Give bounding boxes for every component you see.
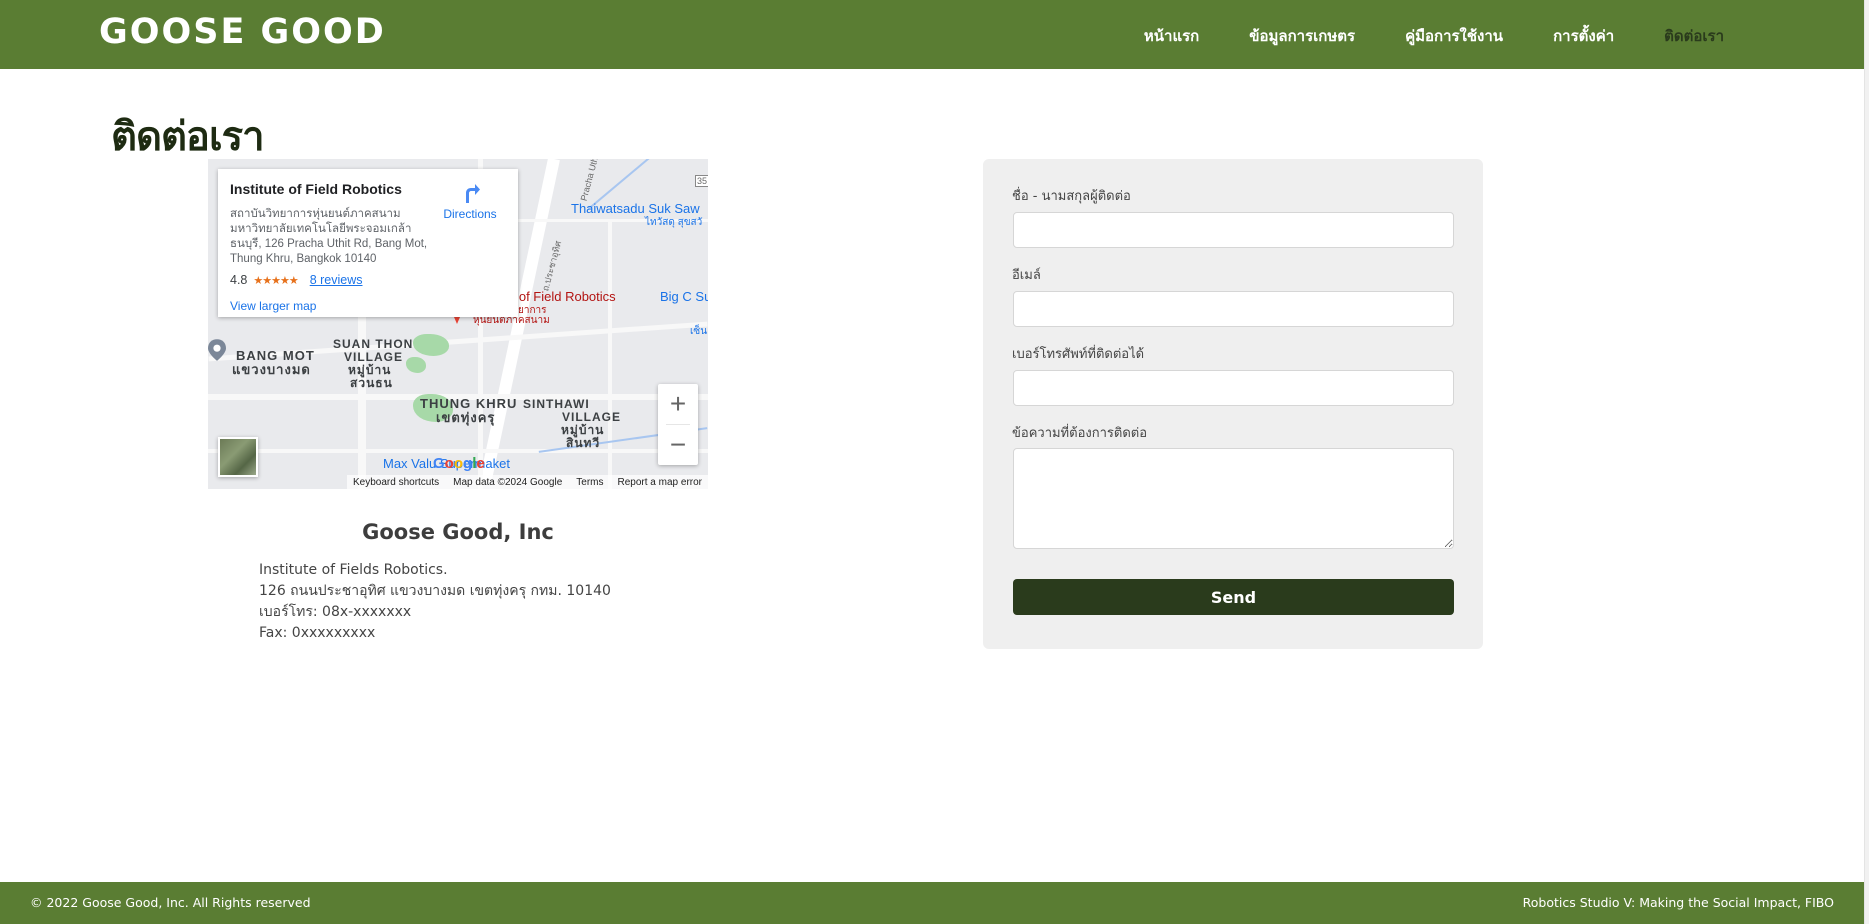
rating-value: 4.8 [230, 273, 248, 287]
map-place-card: Institute of Field Robotics สถาบันวิทยาก… [218, 169, 518, 317]
company-fax: Fax: 0xxxxxxxxx [259, 625, 376, 641]
email-input[interactable] [1013, 291, 1454, 327]
message-label: ข้อความที่ต้องการติดต่อ [1012, 426, 1148, 441]
message-textarea[interactable] [1013, 448, 1454, 549]
terms-link[interactable]: Terms [576, 477, 603, 488]
map-area-label: BANG MOT [236, 348, 315, 363]
map-area-label: เขตทุ่งครุ [436, 410, 496, 425]
vertical-scrollbar[interactable] [1864, 0, 1869, 924]
map-area-label: สวนธน [350, 376, 393, 390]
map-zoom-control: + − [658, 384, 698, 465]
address-line: สถาบันวิทยาการหุ่นยนต์ภาคสนาม [230, 208, 401, 220]
map-place-address: สถาบันวิทยาการหุ่นยนต์ภาคสนาม มหาวิทยาลั… [230, 207, 440, 267]
company-line: 126 ถนนประชาอุทิศ แขวงบางมด เขตทุ่งครุ ก… [259, 583, 611, 599]
address-line: Thung Khru, Bangkok 10140 [230, 253, 377, 265]
zoom-in-button[interactable]: + [658, 384, 698, 424]
google-logo-letter: o [453, 455, 464, 472]
address-line: ธนบุรี, 126 Pracha Uthit Rd, Bang Mot, [230, 238, 428, 250]
google-logo-letter: e [476, 455, 485, 472]
brand-logo[interactable]: GOOSE GOOD [99, 12, 386, 52]
map-area-label: SINTHAWI [523, 397, 590, 411]
company-address: Institute of Fields Robotics. 126 ถนนประ… [259, 560, 611, 644]
map-rating: 4.8 ★★★★★ 8 reviews [230, 273, 506, 287]
map-attribution: Keyboard shortcuts Map data ©2024 Google… [346, 475, 708, 489]
zoom-out-button[interactable]: − [658, 425, 698, 465]
phone-label: เบอร์โทรศัพท์ที่ติดต่อได้ [1012, 347, 1145, 362]
directions-label: Directions [443, 207, 497, 221]
map-poi-label: Big C Su [660, 289, 708, 304]
map-area-label: SUAN THON [333, 337, 414, 351]
map-area-label: หมู่บ้าน [348, 363, 392, 377]
map-area-label: THUNG KHRU [420, 396, 518, 411]
rating-stars-icon: ★★★★★ [253, 274, 298, 287]
nav-settings[interactable]: การตั้งค่า [1553, 24, 1614, 48]
footer: © 2022 Goose Good, Inc. All Rights reser… [0, 882, 1864, 924]
report-map-error-link[interactable]: Report a map error [618, 477, 702, 488]
company-name: Goose Good, Inc [362, 520, 554, 544]
nav-contact[interactable]: ติดต่อเรา [1664, 24, 1724, 48]
map-park [406, 357, 426, 373]
map-road [208, 449, 708, 453]
google-logo-letter: g [463, 455, 473, 472]
google-logo-text: Google [433, 455, 485, 472]
map-road [608, 219, 612, 489]
directions-icon [466, 184, 480, 203]
map-poi-label: ไทวัสดุ สุขสวั [645, 217, 703, 228]
map-area-label: สินทวี [566, 436, 601, 450]
phone-input[interactable] [1013, 370, 1454, 406]
top-navbar: GOOSE GOOD หน้าแรก ข้อมูลการเกษตร คู่มือ… [0, 0, 1864, 69]
send-button[interactable]: Send [1013, 579, 1454, 615]
map-road-label: Pracha Uthi [578, 159, 601, 203]
google-logo-letter: o [444, 455, 454, 472]
reviews-link[interactable]: 8 reviews [310, 273, 363, 287]
company-line: Institute of Fields Robotics. [259, 562, 448, 578]
google-logo-letter: G [433, 455, 445, 472]
google-map[interactable]: Pracha Uthi ถ.ประชาอุทิศ 35 Thaiwatsadu … [208, 159, 708, 489]
map-area-label: หมู่บ้าน [561, 423, 605, 437]
map-poi-label: Thaiwatsadu Suk Saw [571, 201, 700, 216]
map-poi-label: เซ็น [690, 326, 708, 337]
footer-copyright: © 2022 Goose Good, Inc. All Rights reser… [30, 895, 311, 910]
nav-agriculture-data[interactable]: ข้อมูลการเกษตร [1249, 24, 1355, 48]
contact-form: ชื่อ - นามสกุลผู้ติดต่อ อีเมล์ เบอร์โทรศ… [983, 159, 1483, 649]
name-input[interactable] [1013, 212, 1454, 248]
map-data-credit: Map data ©2024 Google [453, 476, 563, 488]
address-line: มหาวิทยาลัยเทคโนโลยีพระจอมเกล้า [230, 223, 412, 235]
map-park [413, 334, 449, 356]
map-area-label: แขวงบางมด [232, 362, 311, 377]
map-road-shield: 35 [695, 175, 708, 187]
map-temple-icon [208, 339, 226, 361]
nav-home[interactable]: หน้าแรก [1144, 24, 1199, 48]
map-satellite-toggle[interactable] [218, 437, 258, 477]
email-label: อีเมล์ [1012, 268, 1041, 283]
google-logo: Google [433, 455, 485, 472]
name-label: ชื่อ - นามสกุลผู้ติดต่อ [1012, 189, 1131, 204]
nav-user-manual[interactable]: คู่มือการใช้งาน [1405, 24, 1503, 48]
map-poi-label: e of Field Robotics [508, 289, 616, 304]
view-larger-map-link[interactable]: View larger map [230, 299, 506, 313]
footer-credit: Robotics Studio V: Making the Social Imp… [1522, 895, 1834, 910]
directions-button[interactable]: Directions [440, 181, 500, 221]
main-nav: หน้าแรก ข้อมูลการเกษตร คู่มือการใช้งาน ก… [1144, 24, 1724, 48]
map-area-label: VILLAGE [562, 410, 622, 424]
keyboard-shortcuts-link[interactable]: Keyboard shortcuts [353, 477, 439, 488]
company-phone: เบอร์โทร: 08x-xxxxxxx [259, 604, 412, 620]
map-road-label: ถ.ประชาอุทิศ [540, 239, 564, 293]
map-area-label: VILLAGE [344, 350, 404, 364]
